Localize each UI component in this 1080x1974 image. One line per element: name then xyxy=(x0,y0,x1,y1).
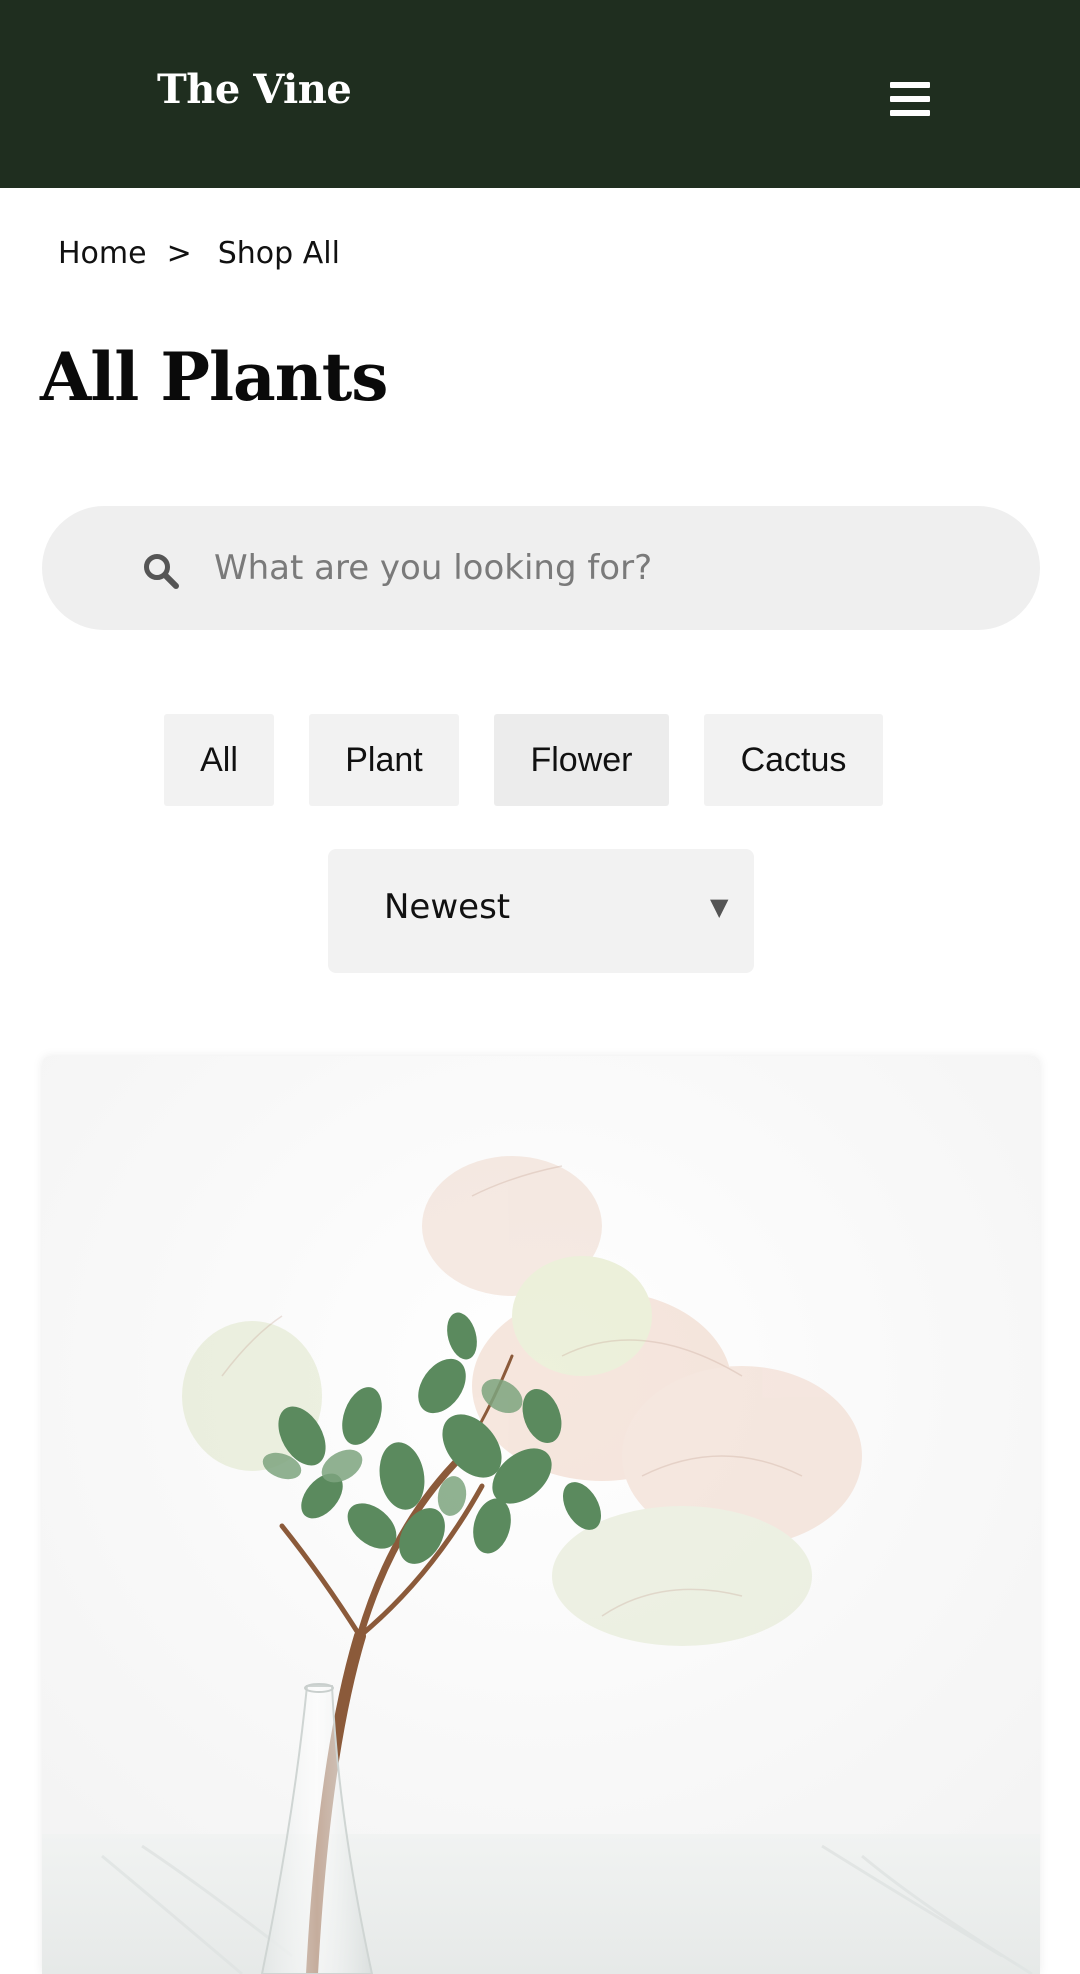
hamburger-menu-button[interactable] xyxy=(878,72,942,128)
product-image[interactable] xyxy=(42,1056,1040,1974)
filter-plant[interactable]: Plant xyxy=(309,714,459,806)
menu-bar xyxy=(890,96,930,102)
category-filters: All Plant Flower Cactus xyxy=(0,714,1080,806)
search-input[interactable] xyxy=(214,534,994,602)
menu-bar xyxy=(890,110,930,116)
product-card[interactable] xyxy=(42,1056,1040,1974)
breadcrumb: Home > Shop All xyxy=(58,236,340,271)
sort-selected-value: Newest xyxy=(384,887,511,927)
filter-all[interactable]: All xyxy=(164,714,274,806)
search-icon xyxy=(144,554,179,589)
filter-flower[interactable]: Flower xyxy=(494,714,669,806)
dropdown-arrow-icon: ▼ xyxy=(710,893,729,921)
page-title: All Plants xyxy=(40,338,388,416)
sort-dropdown[interactable]: Newest ▼ xyxy=(328,849,754,973)
breadcrumb-home[interactable]: Home xyxy=(58,236,147,271)
brand-logo[interactable]: The Vine xyxy=(157,66,352,113)
search-bar[interactable] xyxy=(42,506,1040,630)
site-header: The Vine xyxy=(0,0,1080,188)
menu-bar xyxy=(890,82,930,88)
breadcrumb-shop-all[interactable]: Shop All xyxy=(218,236,340,271)
breadcrumb-separator: > xyxy=(166,236,192,271)
filter-cactus[interactable]: Cactus xyxy=(704,714,883,806)
